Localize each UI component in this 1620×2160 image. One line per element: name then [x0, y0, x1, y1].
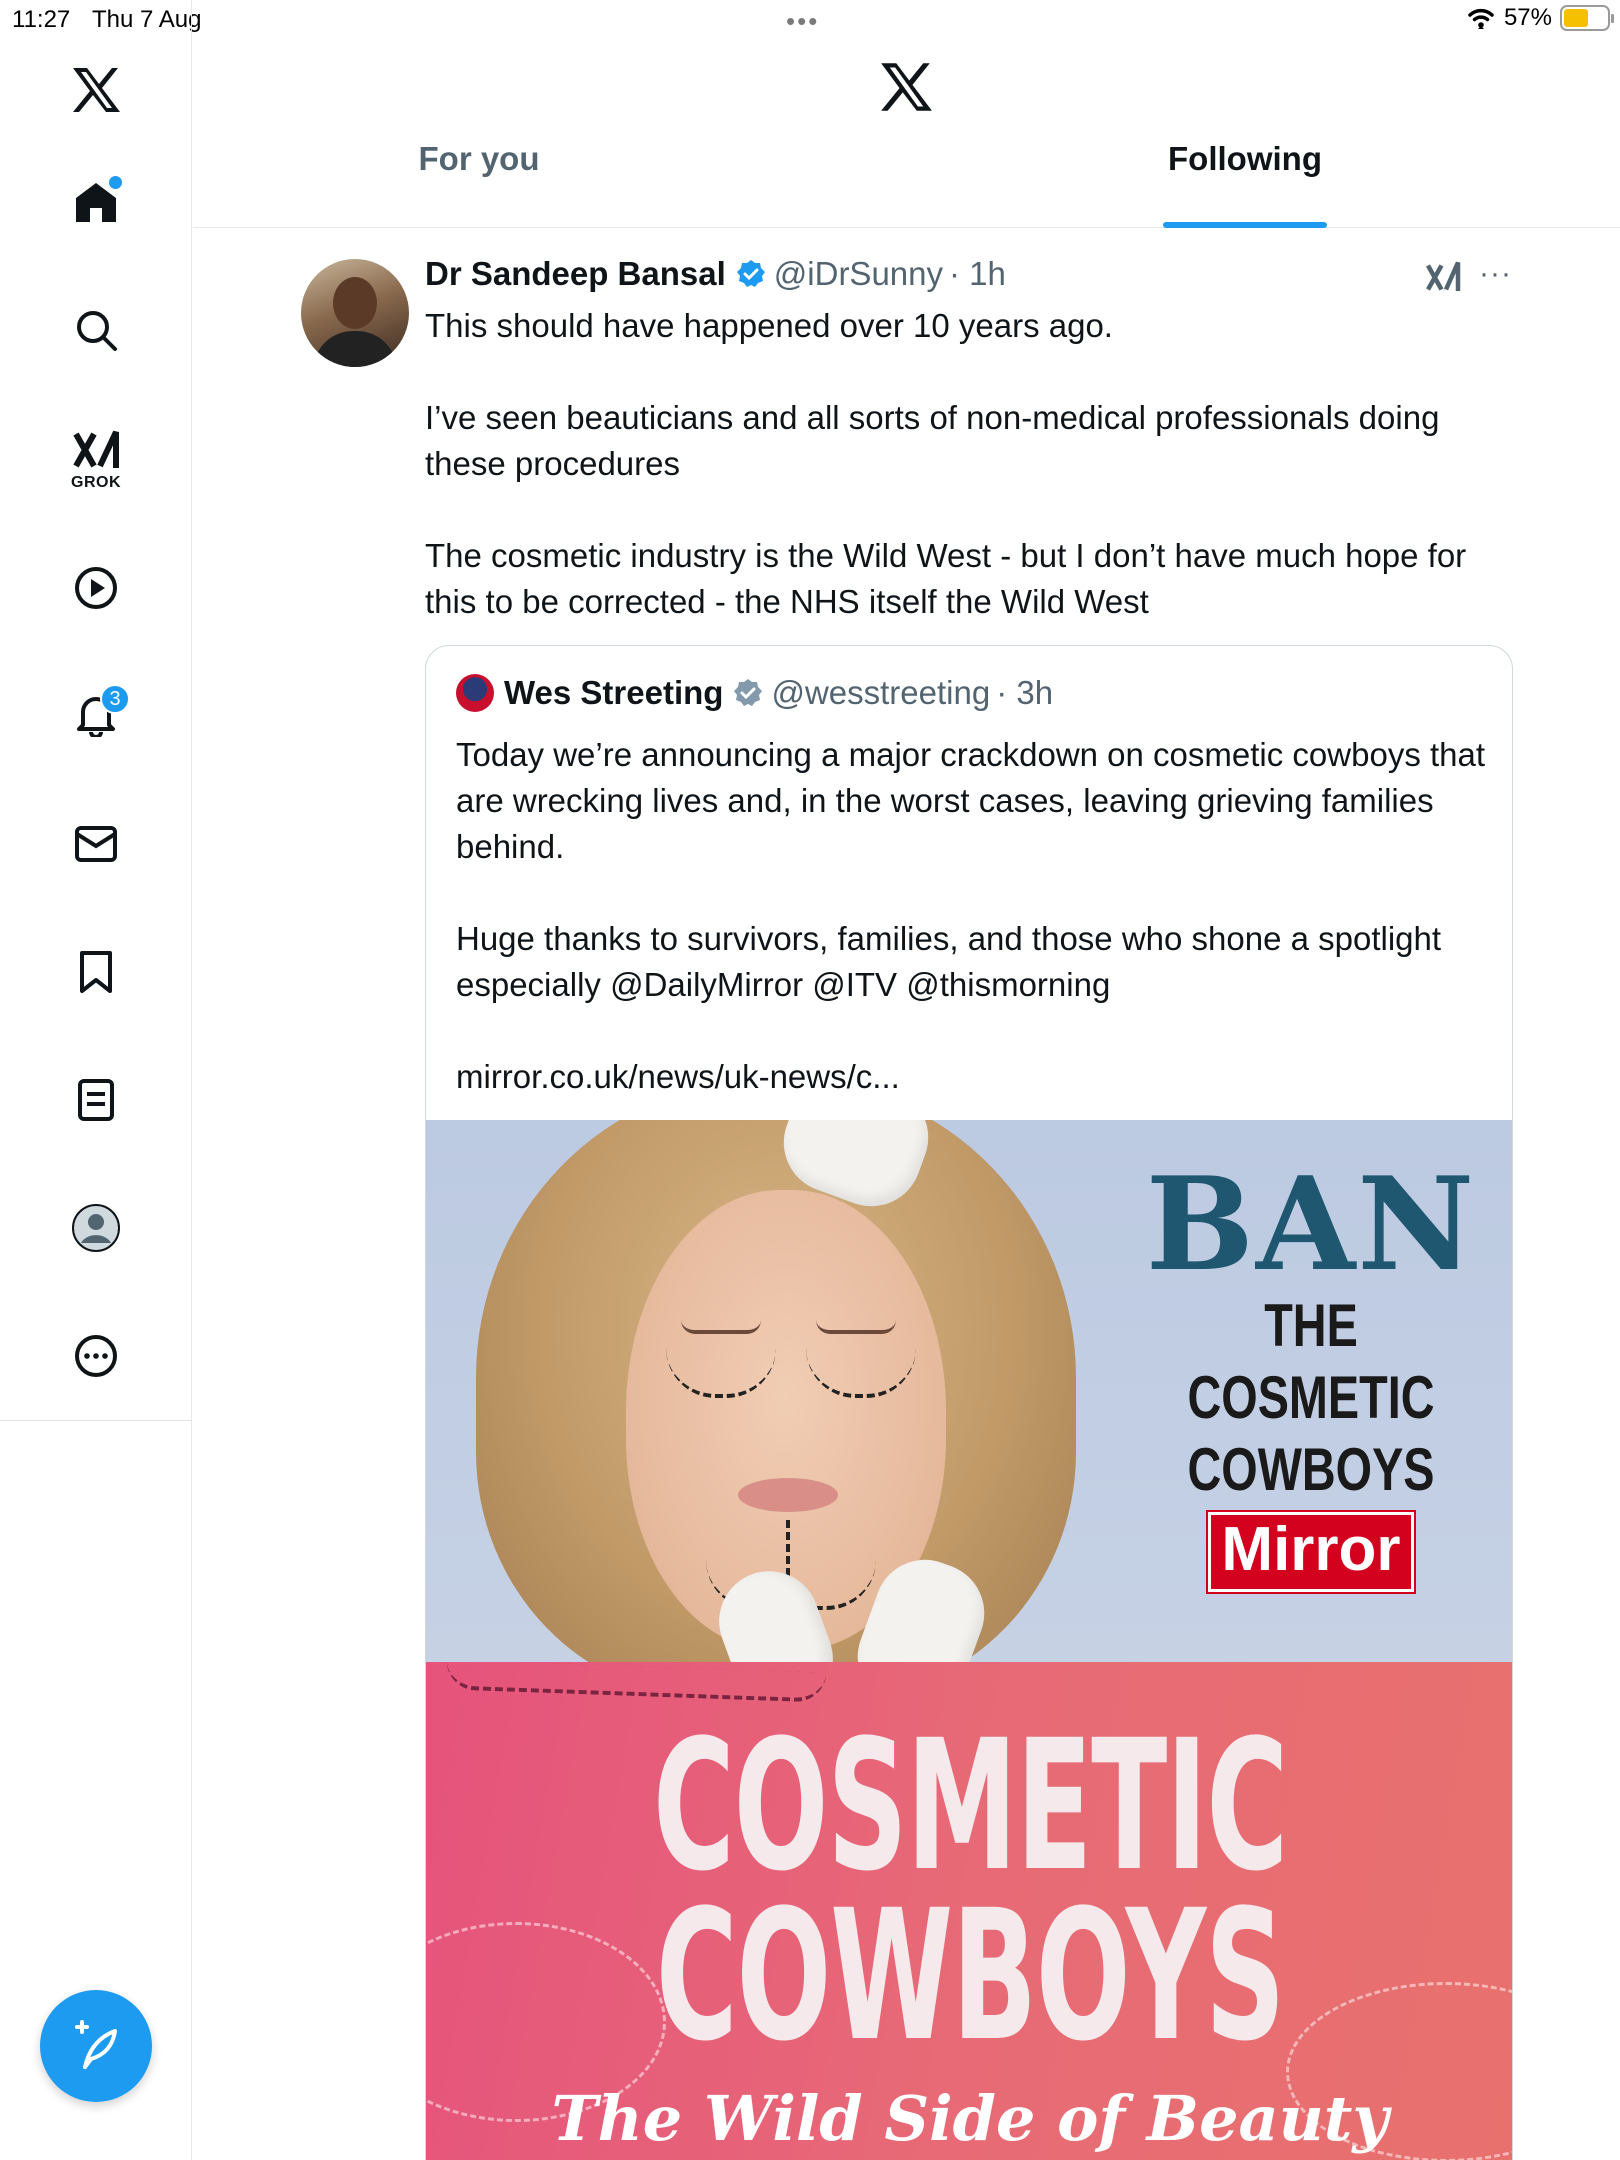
quoted-media-image-bottom[interactable]: COSMETIC COWBOYS The Wild Side of Beauty: [426, 1662, 1512, 2160]
verified-badge-icon: [736, 260, 765, 287]
quoted-paragraph: Huge thanks to survivors, families, and …: [456, 920, 1442, 1003]
x-logo-icon[interactable]: [56, 50, 136, 130]
sidebar-divider: [0, 1420, 192, 1421]
bookmark-icon: [80, 951, 112, 993]
sidebar-item-more[interactable]: [56, 1316, 136, 1396]
tweet-paragraph: I’ve seen beauticians and all sorts of n…: [425, 399, 1440, 482]
cosmetic-cowboys-title: COSMETIC COWBOYS: [633, 1702, 1308, 2081]
sidebar-item-notifications[interactable]: 3: [56, 674, 136, 754]
sidebar-item-messages[interactable]: [56, 804, 136, 884]
tab-following[interactable]: Following: [1155, 140, 1335, 228]
ban-headline: BAN: [1145, 1150, 1477, 1300]
compose-button[interactable]: [40, 1990, 152, 2102]
title-line-2: COWBOYS: [655, 1872, 1286, 2081]
timeline-header: For you Following: [193, 0, 1620, 228]
sidebar-item-grok[interactable]: GROK: [56, 420, 136, 500]
grok-label: GROK: [71, 474, 121, 491]
ban-subline-3: COWBOYS: [1187, 1436, 1435, 1503]
quoted-author-name: Wes Streeting: [504, 674, 724, 711]
active-tab-indicator: [1163, 222, 1327, 228]
grok-icon: [73, 430, 119, 468]
tab-for-you[interactable]: For you: [379, 140, 579, 228]
tweet-header: Dr Sandeep Bansal @iDrSunny · 1h: [425, 255, 1006, 293]
sidebar-item-home[interactable]: [56, 162, 136, 242]
x-logo-icon[interactable]: [879, 62, 933, 117]
quoted-media-image-top[interactable]: BAN THE COSMETIC COWBOYS Mirror: [426, 1120, 1512, 1662]
quoted-author-handle: @wesstreeting: [771, 674, 991, 711]
cosmetic-cowboys-subtitle: The Wild Side of Beauty: [551, 2082, 1389, 2155]
quoted-paragraph: Today we’re announcing a major crackdown…: [456, 736, 1486, 865]
sidebar-item-lists[interactable]: [56, 1060, 136, 1140]
tab-for-you-label: For you: [418, 140, 540, 177]
sidebar-item-bookmarks[interactable]: [56, 932, 136, 1012]
face-illustration: [476, 1120, 1076, 1662]
tweet-paragraph: The cosmetic industry is the Wild West -…: [425, 537, 1467, 620]
verified-badge-icon: [734, 679, 763, 706]
compose-feather-icon: [75, 2020, 117, 2069]
quoted-author-avatar: [456, 674, 494, 712]
tweet-time[interactable]: · 1h: [949, 255, 1006, 293]
quoted-tweet-time: · 3h: [996, 674, 1054, 711]
mail-icon: [75, 826, 117, 862]
ban-subline-2: COSMETIC: [1187, 1364, 1435, 1431]
title-line-1: COSMETIC: [652, 1702, 1288, 1911]
search-icon: [77, 311, 117, 351]
sidebar-item-video[interactable]: [56, 548, 136, 628]
tweet[interactable]: Dr Sandeep Bansal @iDrSunny · 1h ··· Thi…: [193, 229, 1620, 2160]
mirror-logo: Mirror: [1208, 1512, 1414, 1592]
home-unread-dot: [109, 176, 122, 189]
tweet-text: This should have happened over 10 years …: [425, 303, 1515, 625]
tweet-more-icon[interactable]: ···: [1479, 257, 1512, 291]
ban-headline-block: BAN THE COSMETIC COWBOYS Mirror: [1126, 1160, 1496, 1592]
play-icon: [75, 567, 117, 609]
sidebar-item-profile[interactable]: [56, 1188, 136, 1268]
quoted-tweet[interactable]: Wes Streeting @wesstreeting · 3h Today w…: [425, 645, 1513, 2160]
decorative-dash: [445, 1662, 827, 1703]
author-handle[interactable]: @iDrSunny: [774, 255, 943, 293]
more-circle-icon: [75, 1335, 117, 1377]
avatar-icon: [72, 1204, 120, 1252]
tab-following-label: Following: [1168, 140, 1322, 177]
sidebar: GROK 3: [0, 0, 192, 2160]
author-avatar[interactable]: [301, 259, 409, 367]
quoted-tweet-text: Today we’re announcing a major crackdown…: [456, 732, 1486, 1146]
list-icon: [78, 1079, 114, 1121]
sidebar-item-search[interactable]: [56, 290, 136, 370]
grok-explain-icon[interactable]: [1425, 259, 1461, 298]
quoted-link[interactable]: mirror.co.uk/news/uk-news/c...: [456, 1054, 1486, 1100]
quoted-tweet-header: Wes Streeting @wesstreeting · 3h: [456, 674, 1053, 712]
ban-subline-1: THE: [1264, 1292, 1358, 1359]
tweet-paragraph: This should have happened over 10 years …: [425, 307, 1113, 344]
author-name[interactable]: Dr Sandeep Bansal: [425, 255, 726, 293]
notifications-badge: 3: [100, 684, 130, 714]
